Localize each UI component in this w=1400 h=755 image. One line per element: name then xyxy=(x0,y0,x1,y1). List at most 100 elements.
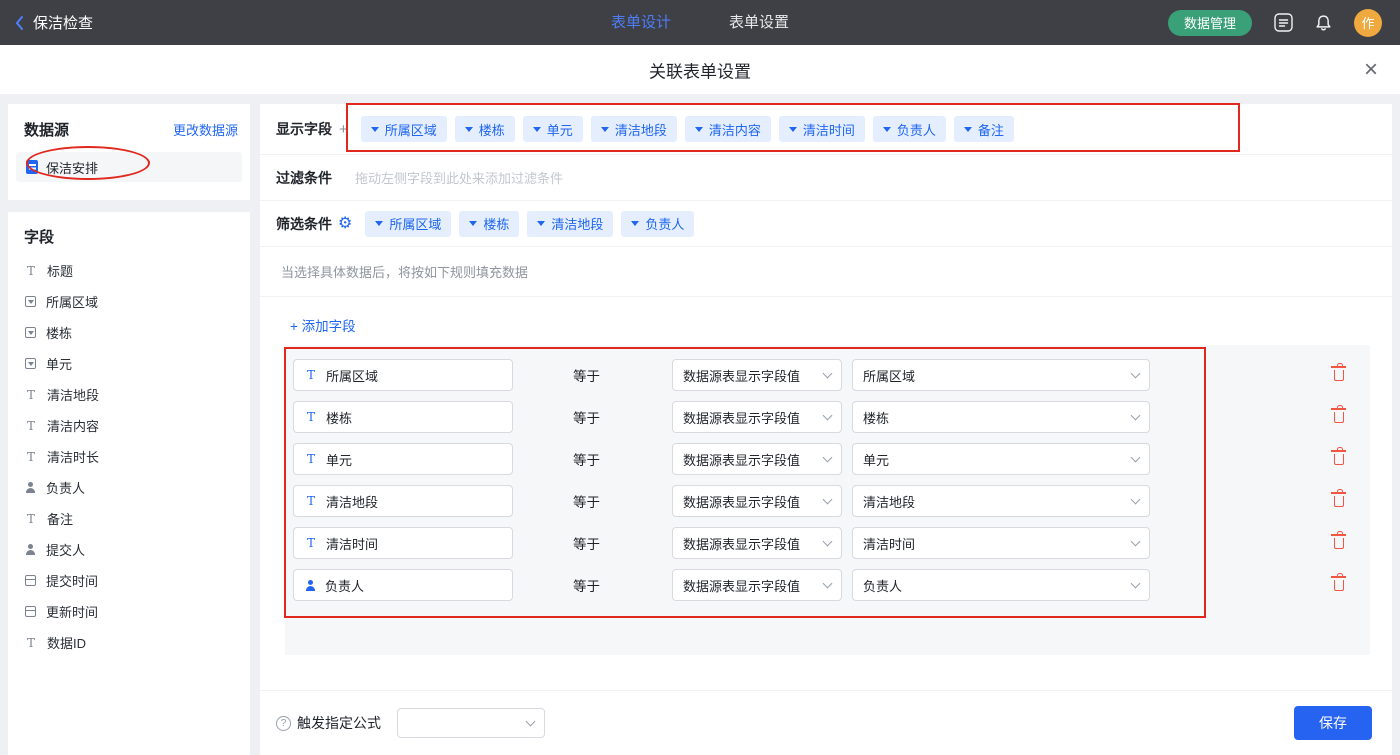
filter-conditions-row: 过滤条件 拖动左侧字段到此处来添加过滤条件 xyxy=(260,155,1392,201)
rule-field-box[interactable]: T 清洁地段 xyxy=(293,485,513,517)
rule-value-select[interactable]: 负责人 xyxy=(852,569,1150,601)
sidebar-field-item[interactable]: T 清洁时长 xyxy=(8,441,250,472)
screen-field-tag[interactable]: 楼栋 xyxy=(459,210,520,237)
rule-source-select[interactable]: 数据源表显示字段值 xyxy=(672,527,842,559)
sidebar-field-label: 清洁时长 xyxy=(47,450,100,465)
rule-field-box[interactable]: 负责人 xyxy=(293,569,513,601)
rule-row: 负责人 等于 数据源表显示字段值 负责人 xyxy=(293,569,1362,601)
help-icon[interactable]: ? xyxy=(276,715,291,731)
rule-field-box[interactable]: T 单元 xyxy=(293,443,513,475)
delete-rule-button[interactable] xyxy=(1330,362,1348,385)
text-icon: T xyxy=(306,452,315,466)
rule-value-select[interactable]: 清洁时间 xyxy=(852,527,1150,559)
text-icon: T xyxy=(26,263,35,278)
filter-drop-zone[interactable]: 拖动左侧字段到此处来添加过滤条件 xyxy=(355,168,1392,187)
tab-form-design[interactable]: 表单设计 xyxy=(611,0,671,45)
sidebar-field-item[interactable]: 提交人 xyxy=(8,534,250,565)
rule-field-label: 所属区域 xyxy=(326,368,379,384)
sidebar-field-item[interactable]: T 清洁地段 xyxy=(8,379,250,410)
save-button[interactable]: 保存 xyxy=(1294,706,1372,740)
rule-source-select[interactable]: 数据源表显示字段值 xyxy=(672,401,842,433)
app-panel-icon[interactable] xyxy=(1274,13,1293,32)
add-field-link[interactable]: + 添加字段 xyxy=(290,315,356,335)
sidebar-field-item[interactable]: 提交时间 xyxy=(8,565,250,596)
datasource-title: 数据源 xyxy=(24,122,70,139)
sidebar-field-label: 所属区域 xyxy=(46,295,99,310)
close-icon[interactable]: × xyxy=(1364,57,1378,82)
display-field-tag[interactable]: 清洁地段 xyxy=(590,116,677,142)
delete-rule-button[interactable] xyxy=(1330,404,1348,427)
display-field-tag[interactable]: 清洁时间 xyxy=(778,116,865,142)
sidebar-field-label: 提交人 xyxy=(46,543,86,558)
equals-label: 等于 xyxy=(573,495,600,510)
caret-down-icon xyxy=(694,126,703,132)
display-field-tag[interactable]: 楼栋 xyxy=(454,116,515,142)
data-manage-button[interactable]: 数据管理 xyxy=(1167,9,1252,36)
modal-header: 关联表单设置 × xyxy=(0,45,1400,95)
document-icon xyxy=(26,160,38,174)
datasource-item[interactable]: 保洁安排 xyxy=(16,152,242,182)
sidebar-field-item[interactable]: 负责人 xyxy=(8,472,250,503)
back-button[interactable]: 保洁检查 xyxy=(0,12,93,33)
select-icon xyxy=(25,327,36,338)
caret-down-icon xyxy=(375,221,384,226)
rule-value-select[interactable]: 所属区域 xyxy=(852,359,1150,391)
sidebar-field-item[interactable]: T 备注 xyxy=(8,503,250,534)
rule-source-select[interactable]: 数据源表显示字段值 xyxy=(672,485,842,517)
rules-region: + 添加字段 T 所属区域 等于 数据源表显示字段值 所属区域 T 楼栋 等于 数据源表显示字段… xyxy=(260,297,1392,690)
sidebar-field-label: 清洁内容 xyxy=(47,419,100,434)
rule-value-select[interactable]: 楼栋 xyxy=(852,401,1150,433)
rule-source-select[interactable]: 数据源表显示字段值 xyxy=(672,443,842,475)
screen-field-tag[interactable]: 负责人 xyxy=(621,210,695,237)
sidebar-field-item[interactable]: 更新时间 xyxy=(8,596,250,627)
delete-rule-button[interactable] xyxy=(1330,572,1348,595)
display-field-tag[interactable]: 所属区域 xyxy=(360,116,447,142)
sidebar-field-item[interactable]: 所属区域 xyxy=(8,286,250,317)
sidebar-field-item[interactable]: 楼栋 xyxy=(8,317,250,348)
rule-source-select[interactable]: 数据源表显示字段值 xyxy=(672,359,842,391)
formula-label: 触发指定公式 xyxy=(297,715,381,731)
sidebar-field-item[interactable]: 单元 xyxy=(8,348,250,379)
rule-value-select[interactable]: 单元 xyxy=(852,443,1150,475)
chevron-down-icon xyxy=(1130,578,1141,588)
sidebar-field-item[interactable]: T 清洁内容 xyxy=(8,410,250,441)
delete-rule-button[interactable] xyxy=(1330,446,1348,469)
screen-field-tag[interactable]: 清洁地段 xyxy=(527,210,614,237)
delete-rule-button[interactable] xyxy=(1330,530,1348,553)
rule-field-box[interactable]: T 楼栋 xyxy=(293,401,513,433)
display-field-tag[interactable]: 备注 xyxy=(953,116,1014,142)
notification-bell-icon[interactable] xyxy=(1315,14,1332,32)
rule-row: T 清洁时间 等于 数据源表显示字段值 清洁时间 xyxy=(293,527,1362,559)
delete-rule-button[interactable] xyxy=(1330,488,1348,511)
rule-source-value: 数据源表显示字段值 xyxy=(683,410,801,426)
formula-select[interactable] xyxy=(397,708,545,738)
chevron-down-icon xyxy=(525,716,536,726)
sidebar-field-item[interactable]: T 数据ID xyxy=(8,627,250,658)
tab-form-settings[interactable]: 表单设置 xyxy=(729,0,789,45)
rule-value-select[interactable]: 清洁地段 xyxy=(852,485,1150,517)
chevron-down-icon xyxy=(1130,410,1141,420)
sidebar-field-label: 更新时间 xyxy=(46,605,99,620)
display-field-tag[interactable]: 清洁内容 xyxy=(684,116,771,142)
equals-label: 等于 xyxy=(573,411,600,426)
sidebar-field-label: 负责人 xyxy=(46,481,86,496)
rule-field-box[interactable]: T 清洁时间 xyxy=(293,527,513,559)
user-avatar[interactable]: 作 xyxy=(1354,8,1382,37)
topbar: 保洁检查 表单设计 表单设置 数据管理 作 xyxy=(0,0,1400,45)
change-datasource-link[interactable]: 更改数据源 xyxy=(173,120,238,139)
display-field-tag[interactable]: 单元 xyxy=(522,116,583,142)
add-display-field-button[interactable]: + xyxy=(339,121,348,138)
sidebar-field-label: 备注 xyxy=(47,512,74,527)
text-icon: T xyxy=(26,511,35,526)
screen-field-tag-label: 负责人 xyxy=(645,217,685,232)
gear-icon[interactable] xyxy=(338,216,352,232)
datasource-panel: 数据源 更改数据源 保洁安排 xyxy=(8,104,250,200)
back-label: 保洁检查 xyxy=(33,15,94,32)
rule-field-box[interactable]: T 所属区域 xyxy=(293,359,513,391)
sidebar-field-item[interactable]: T 标题 xyxy=(8,255,250,286)
screen-field-tag-label: 清洁地段 xyxy=(551,217,604,232)
screen-field-tag[interactable]: 所属区域 xyxy=(365,210,452,237)
rule-source-select[interactable]: 数据源表显示字段值 xyxy=(672,569,842,601)
display-field-tag[interactable]: 负责人 xyxy=(872,116,946,142)
rule-value-value: 负责人 xyxy=(863,578,903,594)
